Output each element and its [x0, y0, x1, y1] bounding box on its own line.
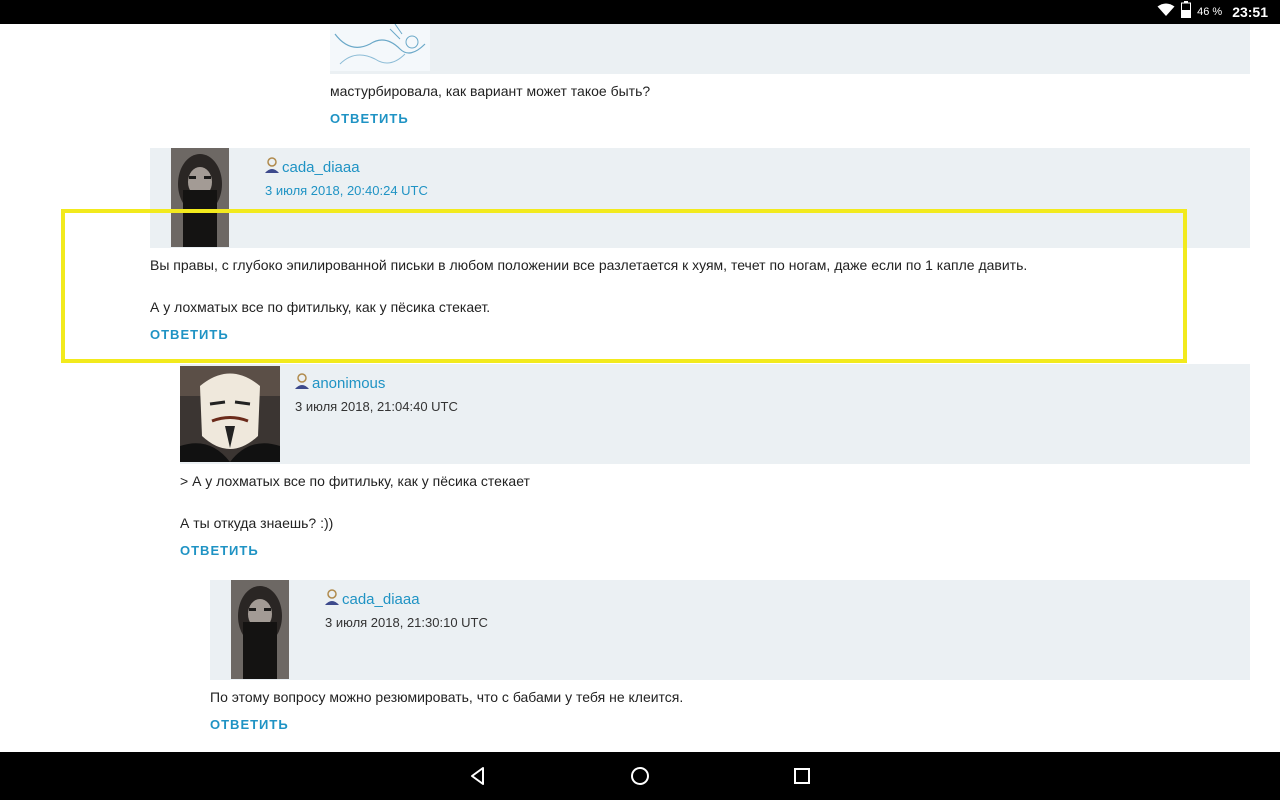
status-bar: 46 % 23:51 — [0, 0, 1280, 24]
comment-date: 3 июля 2018, 21:04:40 UTC — [295, 399, 458, 414]
avatar — [180, 366, 280, 462]
wifi-icon — [1157, 3, 1175, 22]
username: anonimous — [312, 374, 386, 392]
user-icon — [324, 588, 340, 610]
back-icon[interactable] — [466, 764, 490, 788]
comment-text: мастурбировала, как вариант может такое … — [330, 83, 651, 99]
avatar — [231, 580, 289, 679]
comment-quote: > А у лохматых все по фитильку, как у пё… — [180, 473, 530, 489]
comment-date: 3 июля 2018, 20:40:24 UTC — [265, 183, 428, 198]
comment-header — [330, 24, 1250, 74]
recents-icon[interactable] — [790, 764, 814, 788]
user-icon — [264, 156, 280, 178]
comment-author[interactable]: cada_diaaa — [324, 588, 420, 610]
user-icon — [294, 372, 310, 394]
comment-date: 3 июля 2018, 21:30:10 UTC — [325, 615, 488, 630]
avatar — [171, 148, 229, 247]
comment-text: А у лохматых все по фитильку, как у пёси… — [150, 299, 491, 315]
comments-thread: мастурбировала, как вариант может такое … — [0, 24, 1280, 752]
comment-text: А ты откуда знаешь? :)) — [180, 515, 334, 531]
comment-text: По этому вопросу можно резюмировать, что… — [210, 689, 684, 705]
username: cada_diaaa — [282, 158, 360, 176]
status-icons: 46 % 23:51 — [1157, 0, 1268, 24]
comment-author[interactable]: anonimous — [294, 372, 385, 394]
reply-button[interactable]: ОТВЕТИТЬ — [210, 717, 289, 732]
reply-button[interactable]: ОТВЕТИТЬ — [330, 111, 409, 126]
comment-author[interactable]: cada_diaaa — [264, 156, 360, 178]
clock: 23:51 — [1232, 4, 1268, 20]
reply-button[interactable]: ОТВЕТИТЬ — [180, 543, 259, 558]
reply-button[interactable]: ОТВЕТИТЬ — [150, 327, 229, 342]
username: cada_diaaa — [342, 590, 420, 608]
navigation-bar — [0, 752, 1280, 800]
comment-text: Вы правы, с глубоко эпилированной письки… — [150, 257, 1028, 273]
home-icon[interactable] — [628, 764, 652, 788]
battery-percent: 46 % — [1197, 6, 1223, 18]
attached-image — [330, 24, 430, 71]
battery-icon — [1181, 1, 1192, 23]
